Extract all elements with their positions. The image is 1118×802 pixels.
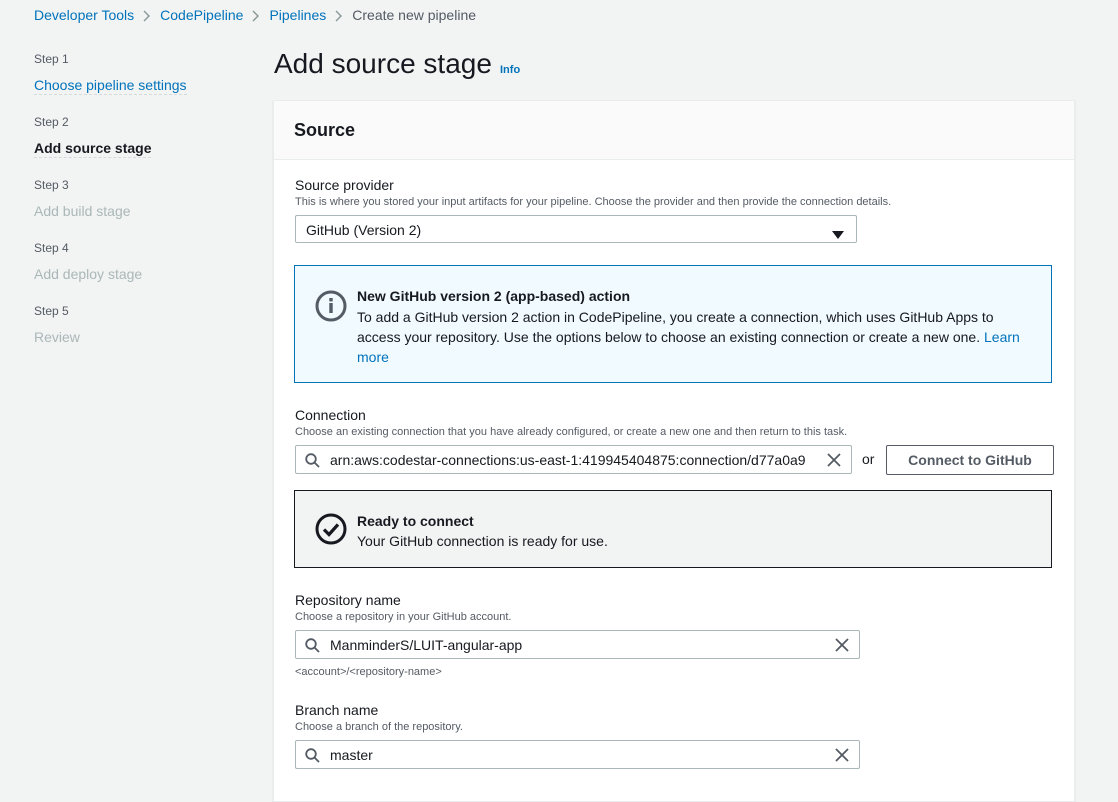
info-alert: New GitHub version 2 (app-based) action … [294, 265, 1052, 383]
wizard-step-1: Step 1 Choose pipeline settings [34, 52, 214, 115]
panel-title: Source [294, 120, 356, 140]
check-circle-icon [315, 513, 347, 550]
wizard-step-5: Step 5 Review [34, 304, 214, 367]
source-panel: Source Source provider This is where you… [273, 100, 1075, 802]
wizard-step-3: Step 3 Add build stage [34, 178, 214, 241]
search-icon [305, 748, 320, 766]
breadcrumb-codepipeline[interactable]: CodePipeline [160, 7, 243, 23]
source-provider-select[interactable]: GitHub (Version 2) [295, 215, 857, 243]
info-icon [315, 290, 347, 327]
breadcrumb-pipelines[interactable]: Pipelines [269, 7, 326, 23]
step-label: Step 3 [34, 178, 69, 192]
step-label: Step 2 [34, 115, 69, 129]
source-provider-value: GitHub (Version 2) [306, 222, 422, 238]
connection-description: Choose an existing connection that you h… [295, 426, 848, 438]
step-current-add-source-stage: Add source stage [34, 140, 152, 158]
step-add-deploy-stage: Add deploy stage [34, 266, 143, 282]
success-alert: Ready to connect Your GitHub connection … [294, 490, 1052, 568]
connect-to-github-button[interactable]: Connect to GitHub [886, 445, 1054, 475]
repository-value: ManminderS/LUIT-angular-app [330, 637, 523, 653]
caret-down-icon [832, 226, 844, 242]
search-icon [305, 453, 320, 471]
breadcrumb: Developer Tools CodePipeline Pipelines C… [34, 6, 476, 24]
success-alert-title: Ready to connect [357, 513, 474, 529]
search-icon [305, 638, 320, 656]
branch-value: master [330, 747, 373, 763]
repository-description: Choose a repository in your GitHub accou… [295, 611, 512, 623]
breadcrumb-create-new-pipeline: Create new pipeline [352, 7, 477, 23]
branch-description: Choose a branch of the repository. [295, 721, 463, 733]
step-link-choose-pipeline-settings[interactable]: Choose pipeline settings [34, 76, 187, 95]
step-label: Step 5 [34, 304, 69, 318]
wizard-step-4: Step 4 Add deploy stage [34, 241, 214, 304]
connection-value: arn:aws:codestar-connections:us-east-1:4… [330, 452, 806, 468]
source-provider-label: Source provider [295, 177, 394, 193]
wizard-step-2: Step 2 Add source stage [34, 115, 214, 178]
wizard-steps: Step 1 Choose pipeline settings Step 2 A… [34, 52, 214, 367]
repository-input[interactable]: ManminderS/LUIT-angular-app [295, 630, 860, 659]
chevron-right-icon [326, 7, 352, 23]
breadcrumb-developer-tools[interactable]: Developer Tools [34, 7, 134, 23]
connection-input[interactable]: arn:aws:codestar-connections:us-east-1:4… [295, 445, 852, 474]
clear-icon[interactable] [835, 638, 849, 655]
step-add-build-stage: Add build stage [34, 203, 131, 219]
step-label: Step 1 [34, 52, 69, 66]
branch-input[interactable]: master [295, 740, 860, 769]
chevron-right-icon [134, 7, 160, 23]
success-alert-body: Your GitHub connection is ready for use. [357, 533, 608, 549]
info-alert-body: To add a GitHub version 2 action in Code… [357, 307, 1037, 367]
info-link[interactable]: Info [500, 64, 520, 76]
branch-label: Branch name [295, 702, 379, 718]
page-title: Add source stage [274, 48, 492, 79]
step-review: Review [34, 329, 80, 345]
chevron-right-icon [243, 7, 269, 23]
source-provider-description: This is where you stored your input arti… [295, 196, 892, 208]
panel-header: Source [274, 101, 1074, 160]
clear-icon[interactable] [827, 453, 841, 470]
clear-icon[interactable] [835, 748, 849, 765]
repository-label: Repository name [295, 592, 401, 608]
repository-constraint: <account>/<repository-name> [295, 666, 442, 678]
info-alert-text: To add a GitHub version 2 action in Code… [357, 309, 994, 345]
info-alert-title: New GitHub version 2 (app-based) action [357, 288, 631, 304]
step-label: Step 4 [34, 241, 69, 255]
or-separator: or [862, 451, 875, 467]
connection-label: Connection [295, 407, 366, 423]
